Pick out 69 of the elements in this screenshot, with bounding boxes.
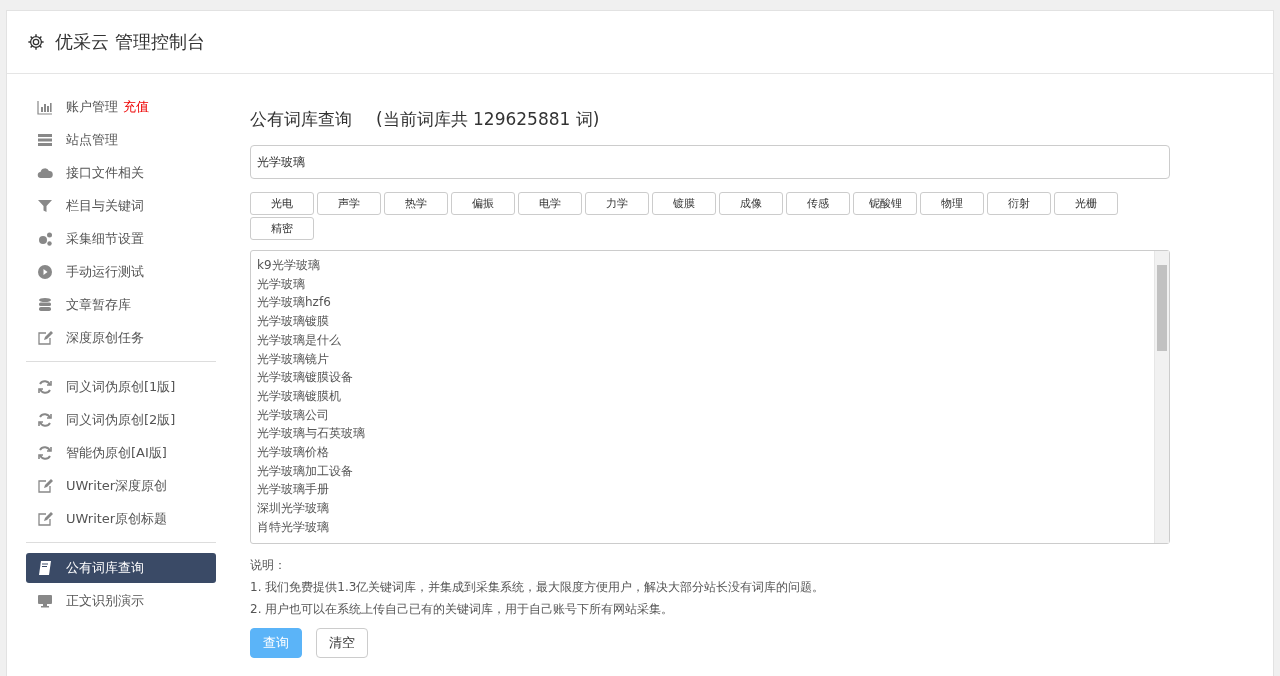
keyword-tag[interactable]: 热学 <box>384 192 448 215</box>
keyword-tag[interactable]: 衍射 <box>987 192 1051 215</box>
keyword-tag[interactable]: 偏振 <box>451 192 515 215</box>
sidebar-item[interactable]: UWriter原创标题 <box>26 504 216 534</box>
notes-title: 说明： <box>250 557 287 574</box>
search-field[interactable]: 光学玻璃 <box>250 145 1170 179</box>
keyword-tag[interactable]: 光栅 <box>1054 192 1118 215</box>
result-item[interactable]: 深圳光学玻璃 <box>257 499 1148 518</box>
console-title: 优采云 管理控制台 <box>55 30 205 54</box>
result-item[interactable]: 光学玻璃加工设备 <box>257 461 1148 481</box>
keyword-tag[interactable]: 电学 <box>518 192 582 215</box>
result-item[interactable]: 肖特光学玻璃 <box>257 517 1148 537</box>
result-item[interactable]: k9光学玻璃 <box>257 256 1148 275</box>
result-item[interactable]: 光学玻璃手册 <box>257 480 1148 500</box>
keyword-tag[interactable]: 镀膜 <box>652 192 716 215</box>
settings-icon <box>27 33 45 51</box>
clear-button[interactable]: 清空 <box>316 628 368 658</box>
edit-icon <box>37 330 53 346</box>
book-icon <box>37 560 53 576</box>
keyword-tag[interactable]: 声学 <box>317 192 381 215</box>
word-count: (当前词库共 129625881 词) <box>376 108 600 131</box>
result-item[interactable]: 光学玻璃镀膜设备 <box>257 368 1148 387</box>
refresh-icon <box>37 379 53 395</box>
sidebar-item[interactable]: 采集细节设置 <box>26 224 216 254</box>
result-item[interactable]: 光学玻璃公司 <box>257 405 1148 425</box>
sidebar-item[interactable]: 同义词伪原创[2版] <box>26 405 216 435</box>
result-item[interactable]: 光学玻璃是什么 <box>257 330 1148 350</box>
filter-icon <box>37 198 53 214</box>
keyword-tag[interactable]: 传感 <box>786 192 850 215</box>
page-title: 公有词库查询 <box>250 108 352 131</box>
sidebar-item[interactable]: 文章暂存库 <box>26 290 216 320</box>
cloud-icon <box>37 165 53 181</box>
edit-icon <box>37 511 53 527</box>
database-icon <box>37 297 53 313</box>
result-item[interactable]: 光学玻璃 <box>257 274 1148 294</box>
sidebar-item[interactable]: 账户管理 充值 <box>26 92 216 122</box>
recharge-link[interactable]: 充值 <box>123 98 149 116</box>
sidebar-item[interactable]: 正文识别演示 <box>26 586 216 616</box>
sidebar-item[interactable]: 接口文件相关 <box>26 158 216 188</box>
note-text: 1. 我们免费提供1.3亿关键词库，并集成到采集系统，最大限度方便用户，解决大部分站长没有词库的问题。 <box>250 579 826 596</box>
bars-icon <box>37 99 53 115</box>
edit-icon <box>37 478 53 494</box>
keyword-tag[interactable]: 铌酸锂 <box>853 192 917 215</box>
result-item[interactable]: 光学玻璃与石英玻璃 <box>257 424 1148 444</box>
result-item[interactable]: 光学玻璃hzf6 <box>257 293 1148 313</box>
result-item[interactable]: 光学玻璃镀膜机 <box>257 386 1148 406</box>
result-item[interactable]: 光学玻璃镀膜 <box>257 312 1148 331</box>
monitor-icon <box>37 593 53 609</box>
result-item[interactable]: 光学玻璃镜片 <box>257 349 1148 369</box>
result-item[interactable]: 光学玻璃价格 <box>257 443 1148 462</box>
keyword-tag[interactable]: 力学 <box>585 192 649 215</box>
keyword-tag[interactable]: 精密 <box>250 217 314 240</box>
keyword-tag[interactable]: 物理 <box>920 192 984 215</box>
refresh-icon <box>37 445 53 461</box>
sidebar-item[interactable]: 手动运行测试 <box>26 257 216 287</box>
play-icon <box>37 264 53 280</box>
sidebar-item[interactable]: 公有词库查询 <box>26 553 216 583</box>
sidebar-item[interactable]: 智能伪原创[AI版] <box>26 438 216 468</box>
sidebar-item[interactable]: 站点管理 <box>26 125 216 155</box>
sidebar-item[interactable]: UWriter深度原创 <box>26 471 216 501</box>
server-icon <box>37 132 53 148</box>
scrollbar[interactable] <box>1154 251 1169 543</box>
refresh-icon <box>37 412 53 428</box>
sidebar-item[interactable]: 栏目与关键词 <box>26 191 216 221</box>
sidebar-item[interactable]: 深度原创任务 <box>26 323 216 353</box>
note-text: 2. 用户也可以在系统上传自己已有的关键词库，用于自己账号下所有网站采集。 <box>250 601 675 618</box>
keyword-tag[interactable]: 成像 <box>719 192 783 215</box>
keyword-tag[interactable]: 光电 <box>250 192 314 215</box>
sidebar-item[interactable]: 同义词伪原创[1版] <box>26 372 216 402</box>
